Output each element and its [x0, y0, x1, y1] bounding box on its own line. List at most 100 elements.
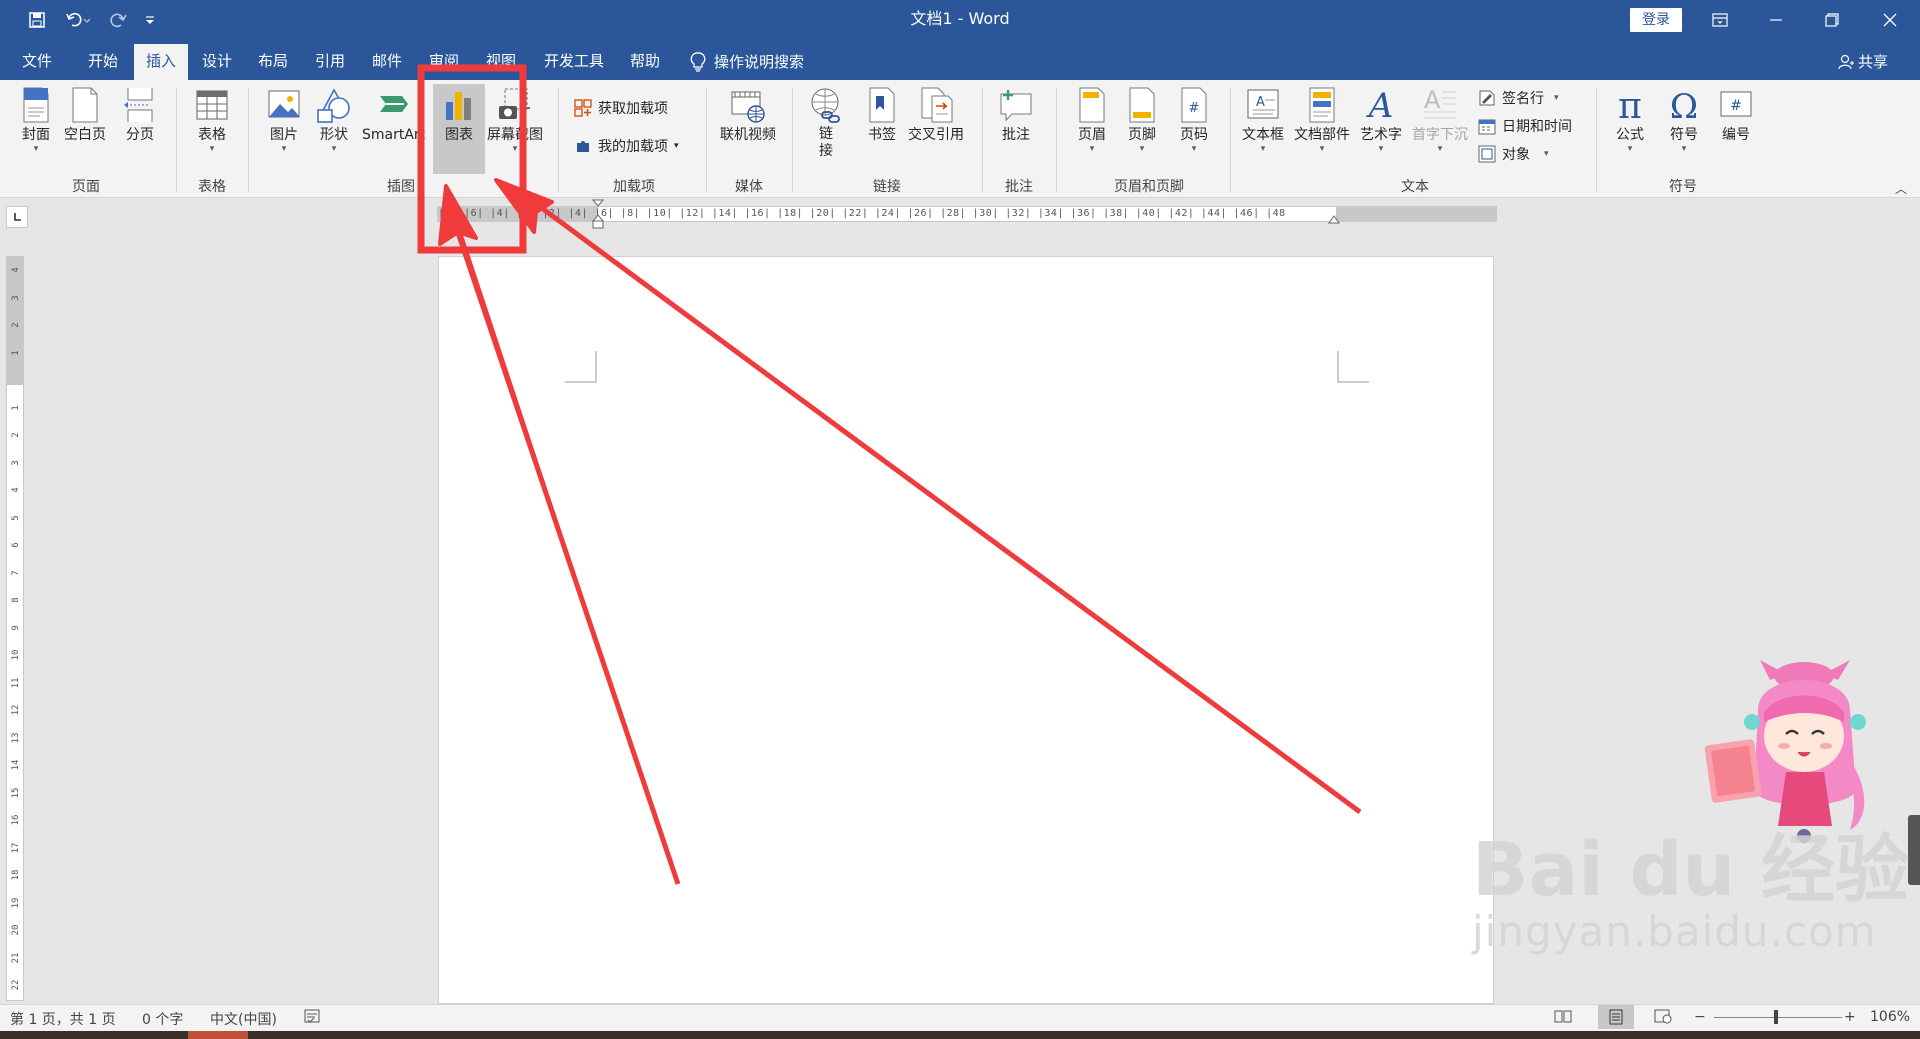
ribbon-display-options-icon[interactable]: [1692, 0, 1748, 40]
tab-help[interactable]: 帮助: [618, 44, 672, 80]
tab-file[interactable]: 文件: [10, 44, 64, 80]
proofing-icon[interactable]: [304, 1008, 320, 1028]
footer-icon: [1129, 87, 1155, 123]
side-panel-handle[interactable]: [1908, 815, 1920, 885]
pictures-button[interactable]: 图片 ▾: [266, 86, 302, 154]
ribbon-divider: [982, 88, 983, 192]
tab-developer[interactable]: 开发工具: [534, 44, 614, 80]
zoom-slider-thumb[interactable]: [1774, 1010, 1778, 1024]
chevron-down-icon: ▾: [1554, 93, 1559, 103]
footer-button[interactable]: 页脚 ▾: [1124, 86, 1160, 154]
language-status[interactable]: 中文(中国): [210, 1009, 277, 1029]
chevron-down-icon: ▾: [33, 144, 39, 154]
quick-parts-button[interactable]: 文档部件 ▾: [1294, 86, 1350, 154]
page-break-button[interactable]: 分页: [122, 86, 158, 144]
smartart-button[interactable]: SmartArt: [362, 86, 425, 144]
web-layout-icon[interactable]: [1654, 1008, 1672, 1028]
group-illustrations-label: 插图: [387, 179, 415, 195]
tab-mailings[interactable]: 邮件: [360, 44, 414, 80]
zoom-slider[interactable]: [1714, 1017, 1842, 1018]
print-layout-icon[interactable]: [1598, 1005, 1634, 1029]
indent-marker-icon[interactable]: [591, 199, 605, 231]
document-page[interactable]: [438, 256, 1494, 1004]
vertical-ruler-tick: 22: [11, 979, 21, 991]
close-icon[interactable]: [1862, 0, 1918, 40]
cover-page-button[interactable]: 封面 ▾: [18, 86, 54, 154]
tab-insert[interactable]: 插入: [134, 44, 188, 80]
chevron-down-icon: ▾: [674, 141, 679, 151]
blank-page-icon: [72, 87, 98, 123]
zoom-out-button[interactable]: −: [1694, 1009, 1706, 1025]
addin-icon: [577, 141, 589, 152]
page-count-status[interactable]: 第 1 页，共 1 页: [10, 1009, 116, 1029]
tab-selector[interactable]: [6, 206, 28, 228]
ribbon-divider: [558, 88, 559, 192]
page-number-icon: #: [1181, 87, 1207, 123]
equation-button[interactable]: π 公式 ▾: [1612, 86, 1648, 154]
tab-review[interactable]: 审阅: [417, 44, 471, 80]
share-button[interactable]: 共享: [1838, 44, 1888, 80]
tell-me-search[interactable]: 操作说明搜索: [690, 44, 804, 80]
shapes-button[interactable]: 形状 ▾: [316, 86, 352, 154]
chevron-down-icon: ▾: [209, 144, 215, 154]
wordart-button[interactable]: A 艺术字 ▾: [1360, 86, 1402, 154]
chevron-down-icon: ▾: [1089, 144, 1095, 154]
redo-icon[interactable]: [104, 0, 134, 40]
lightbulb-icon: [690, 52, 706, 72]
vertical-ruler-tick: 21: [11, 952, 21, 963]
numbering-icon: #: [1720, 91, 1752, 117]
numbering-button[interactable]: # 编号: [1718, 86, 1754, 144]
comment-button[interactable]: 批注: [998, 86, 1034, 144]
tab-design[interactable]: 设计: [190, 44, 244, 80]
online-video-label: 联机视频: [720, 127, 776, 143]
screenshot-button[interactable]: 屏幕截图 ▾: [487, 86, 543, 154]
wordart-label: 艺术字: [1360, 127, 1402, 143]
date-time-button[interactable]: 日期和时间: [1478, 116, 1572, 136]
symbol-button[interactable]: Ω 符号 ▾: [1666, 86, 1702, 154]
drop-cap-button[interactable]: A 首字下沉 ▾: [1412, 86, 1468, 154]
crop-mark-top-right: [1337, 351, 1369, 383]
blank-page-button[interactable]: 空白页: [64, 86, 106, 144]
tab-layout[interactable]: 布局: [246, 44, 300, 80]
chart-button[interactable]: 图表: [433, 84, 485, 174]
vertical-ruler-tick: 7: [11, 569, 21, 576]
shapes-icon: [317, 88, 350, 123]
link-button[interactable]: 链接: [808, 86, 844, 160]
wordart-icon: A: [1366, 86, 1394, 124]
cross-reference-button[interactable]: 交叉引用: [908, 86, 964, 144]
word-count-status[interactable]: 0 个字: [142, 1009, 183, 1029]
header-button[interactable]: 页眉 ▾: [1074, 86, 1110, 154]
get-addins-button[interactable]: 获取加载项: [574, 98, 668, 118]
restore-icon[interactable]: [1804, 0, 1860, 40]
customize-qat-icon[interactable]: [140, 0, 160, 40]
online-video-button[interactable]: 联机视频: [720, 86, 776, 144]
tab-home[interactable]: 开始: [76, 44, 130, 80]
bookmark-button[interactable]: 书签: [864, 86, 900, 144]
tab-references[interactable]: 引用: [303, 44, 357, 80]
login-button[interactable]: 登录: [1630, 8, 1682, 32]
group-symbols-label: 符号: [1669, 179, 1697, 195]
minimize-icon[interactable]: [1748, 0, 1804, 40]
page-number-button[interactable]: # 页码 ▾: [1176, 86, 1212, 154]
collapse-ribbon-icon[interactable]: ︿: [1895, 180, 1907, 197]
chevron-down-icon: ▾: [1319, 144, 1325, 154]
header-icon: [1079, 87, 1105, 123]
zoom-level[interactable]: 106%: [1870, 1009, 1910, 1025]
table-button[interactable]: 表格 ▾: [194, 86, 230, 154]
my-addins-button[interactable]: 我的加载项 ▾: [574, 136, 679, 156]
save-icon[interactable]: [22, 0, 52, 40]
tab-view[interactable]: 视图: [474, 44, 528, 80]
right-indent-marker-icon[interactable]: [1327, 213, 1341, 225]
textbox-icon: A: [1247, 89, 1279, 119]
zoom-in-button[interactable]: +: [1844, 1009, 1856, 1025]
textbox-button[interactable]: A 文本框 ▾: [1242, 86, 1284, 154]
link-icon: [811, 88, 840, 123]
drop-cap-icon: A: [1424, 86, 1456, 119]
vertical-ruler[interactable]: 4 3 2 1 1 2 3 4 5 6 7 8 9 10 11 12 13 14 15 16 17 18 19 20 21 22: [6, 256, 24, 1001]
object-button[interactable]: 对象 ▾: [1478, 144, 1549, 164]
signature-line-button[interactable]: 签名行 ▾: [1478, 88, 1559, 108]
vertical-ruler-tick: 15: [11, 787, 21, 798]
undo-icon[interactable]: [58, 0, 98, 40]
vertical-ruler-tick: 5: [11, 514, 21, 521]
read-mode-icon[interactable]: [1554, 1008, 1572, 1028]
